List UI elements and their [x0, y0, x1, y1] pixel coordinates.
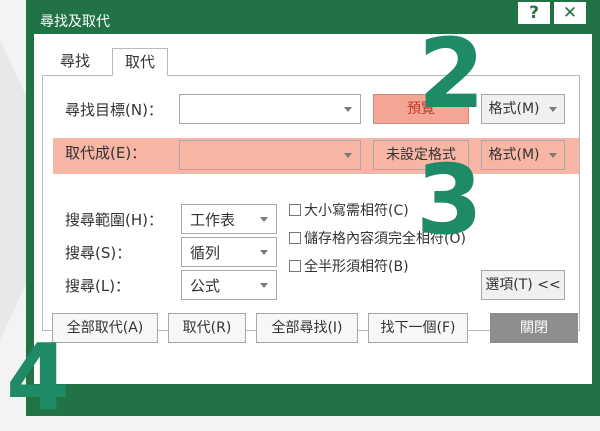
replace-button[interactable]: 取代(R) — [168, 313, 246, 343]
look-in-value: 公式 — [190, 277, 221, 295]
find-replace-dialog: 尋找及取代 ? ✕ 尋找 取代 尋找目標(N)： 預覽 格式(M) 取代成(E)… — [26, 0, 600, 416]
chevron-down-icon — [260, 250, 268, 255]
replace-tab-pane: 尋找目標(N)： 預覽 格式(M) 取代成(E)： 未設定格式 格式(M) 搜尋… — [42, 75, 580, 331]
replace-with-input[interactable] — [179, 140, 361, 170]
checkbox-box-icon[interactable] — [289, 260, 301, 272]
search-order-select[interactable]: 循列 — [181, 237, 277, 267]
search-order-label: 搜尋(S)： — [65, 244, 132, 262]
match-case-checkbox[interactable]: 大小寫需相符(C) — [289, 200, 409, 220]
close-button[interactable]: 關閉 — [490, 313, 578, 343]
tab-find[interactable]: 尋找 — [48, 48, 102, 76]
chevron-down-icon — [260, 283, 268, 288]
checkbox-box-icon[interactable] — [289, 232, 301, 244]
window-title: 尋找及取代 — [40, 14, 110, 30]
callout-number-4: 4 — [6, 324, 71, 431]
match-case-label: 大小寫需相符(C) — [304, 203, 409, 219]
look-in-label: 搜尋(L)： — [65, 277, 131, 295]
replace-format-label: 格式(M) — [488, 147, 540, 163]
find-format-label: 格式(M) — [488, 101, 540, 117]
options-toggle-button[interactable]: 選項(T) << — [481, 270, 565, 300]
close-icon[interactable]: ✕ — [554, 2, 586, 24]
within-select[interactable]: 工作表 — [181, 204, 277, 234]
callout-number-3: 3 — [416, 144, 483, 256]
find-format-button[interactable]: 格式(M) — [481, 94, 565, 124]
find-what-label: 尋找目標(N)： — [65, 101, 163, 119]
find-all-button[interactable]: 全部尋找(I) — [256, 313, 358, 343]
chevron-down-icon — [260, 217, 268, 222]
help-button[interactable]: ? — [518, 2, 550, 24]
chevron-down-icon — [549, 107, 557, 112]
match-byte-checkbox[interactable]: 全半形須相符(B) — [289, 256, 409, 276]
look-in-select[interactable]: 公式 — [181, 270, 277, 300]
match-byte-label: 全半形須相符(B) — [304, 259, 409, 275]
within-label: 搜尋範圍(H)： — [65, 211, 163, 229]
replace-with-label: 取代成(E)： — [65, 144, 147, 162]
find-what-input[interactable] — [179, 94, 361, 124]
search-order-value: 循列 — [190, 244, 221, 262]
chevron-down-icon — [549, 153, 557, 158]
find-next-button[interactable]: 找下一個(F) — [368, 313, 468, 343]
replace-format-button[interactable]: 格式(M) — [481, 140, 565, 170]
replace-dropdown-arrow-icon[interactable] — [344, 153, 352, 158]
find-dropdown-arrow-icon[interactable] — [344, 107, 352, 112]
checkbox-box-icon[interactable] — [289, 204, 301, 216]
tab-replace[interactable]: 取代 — [112, 48, 169, 76]
callout-number-2: 2 — [418, 18, 485, 130]
within-value: 工作表 — [190, 211, 236, 229]
